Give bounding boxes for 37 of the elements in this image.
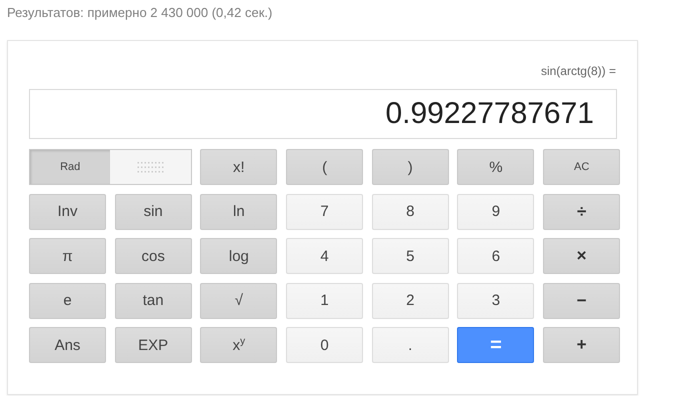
digit-key[interactable]: 8	[372, 194, 449, 230]
operator-key[interactable]: ×	[543, 238, 620, 274]
function-key[interactable]: cos	[114, 238, 192, 274]
digit-key[interactable]: 3	[457, 282, 534, 318]
function-key[interactable]: √	[200, 282, 278, 318]
digit-key[interactable]: 4	[286, 238, 364, 274]
digit-key[interactable]: 5	[372, 238, 449, 274]
digit-key[interactable]: 2	[372, 282, 449, 318]
rad-toggle[interactable]: Rad	[30, 150, 110, 184]
expression-text: sin(arctg(8)) =	[540, 63, 617, 79]
function-key[interactable]: Ans	[29, 327, 106, 363]
digit-key[interactable]: 0	[286, 327, 364, 363]
operator-key[interactable]: +	[543, 327, 620, 363]
digit-key[interactable]: 1	[286, 282, 364, 318]
operator-key[interactable]: ÷	[543, 194, 620, 230]
function-key[interactable]: sin	[114, 194, 192, 230]
function-key[interactable]: log	[200, 238, 278, 274]
function-key[interactable]: Inv	[29, 194, 106, 230]
result-display: 0.99227787671	[29, 89, 617, 139]
function-key[interactable]: AC	[543, 149, 620, 185]
digit-key[interactable]: 9	[457, 194, 534, 230]
digit-key[interactable]: 6	[457, 238, 534, 274]
function-key[interactable]: x$^{y}$	[200, 327, 278, 363]
function-key[interactable]: EXP	[114, 327, 192, 363]
function-key[interactable]: π	[29, 238, 106, 274]
operator-key[interactable]: −	[543, 282, 620, 318]
dots-icon	[137, 160, 164, 174]
function-key[interactable]: %	[457, 149, 534, 185]
function-key[interactable]: (	[286, 149, 364, 185]
function-key[interactable]: tan	[114, 282, 192, 318]
function-key[interactable]: x!	[200, 149, 278, 185]
results-stats: Результатов: примерно 2 430 000 (0,42 сек.)	[7, 5, 272, 20]
function-key[interactable]: e	[29, 282, 106, 318]
digit-key[interactable]: 7	[286, 194, 364, 230]
function-key[interactable]: ln	[200, 194, 278, 230]
digit-key[interactable]: .	[372, 327, 449, 363]
function-key[interactable]: )	[372, 149, 449, 185]
